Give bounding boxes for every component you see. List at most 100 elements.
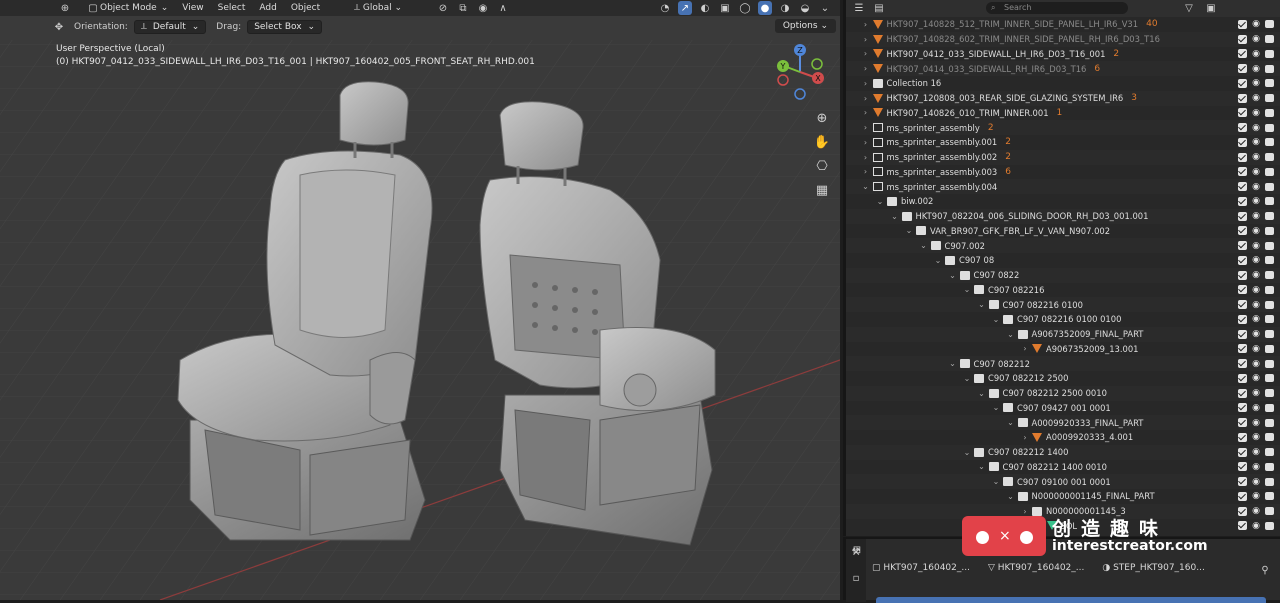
chevron-down-icon[interactable]: ⌄ — [962, 285, 972, 294]
outliner-row[interactable]: › ms_sprinter_assembly 2 ◉ — [846, 120, 1280, 135]
outliner-row[interactable]: ⌄ C907 08 ◉ — [846, 253, 1280, 268]
exclude-checkbox[interactable] — [1238, 418, 1248, 428]
eye-icon[interactable]: ◉ — [1252, 226, 1260, 236]
camera-icon[interactable] — [1265, 226, 1274, 235]
editor-type-icon[interactable]: ⊞ — [850, 543, 864, 557]
outliner-row[interactable]: ⌄ C907 09427 001 0001 ◉ — [846, 401, 1280, 416]
exclude-checkbox[interactable] — [1238, 196, 1248, 206]
chevron-down-icon[interactable]: ⌄ — [948, 359, 958, 368]
eye-icon[interactable]: ◉ — [1252, 373, 1260, 383]
chevron-down-icon[interactable]: ⌄ — [890, 212, 900, 221]
exclude-checkbox[interactable] — [1238, 34, 1248, 44]
outliner-row[interactable]: › ms_sprinter_assembly.003 6 ◉ — [846, 165, 1280, 180]
exclude-checkbox[interactable] — [1238, 359, 1248, 369]
eye-icon[interactable]: ◉ — [1252, 432, 1260, 442]
pivot-point-icon[interactable]: ⊘ — [436, 1, 450, 15]
exclude-checkbox[interactable] — [1238, 403, 1248, 413]
outliner-row[interactable]: › A0009920333_4.001 ◉ — [846, 430, 1280, 445]
eye-icon[interactable]: ◉ — [1252, 521, 1260, 531]
outliner-row[interactable]: ⌄ A9067352009_FINAL_PART ◉ — [846, 326, 1280, 342]
chevron-down-icon[interactable]: ⌄ — [977, 300, 987, 309]
chevron-right-icon[interactable]: › — [861, 138, 871, 147]
wireframe-shading-icon[interactable]: ◯ — [738, 1, 752, 15]
camera-icon[interactable] — [1265, 285, 1274, 294]
eye-icon[interactable]: ◉ — [1252, 462, 1260, 472]
eye-icon[interactable]: ◉ — [1252, 34, 1260, 44]
camera-icon[interactable] — [1265, 359, 1274, 368]
camera-icon[interactable] — [1265, 374, 1274, 383]
eye-icon[interactable]: ◉ — [1252, 64, 1260, 74]
outliner-row[interactable]: ⌄ C907 082212 2500 0010 ◉ — [846, 385, 1280, 401]
exclude-checkbox[interactable] — [1238, 521, 1248, 531]
chevron-right-icon[interactable]: › — [1020, 433, 1030, 442]
outliner-row[interactable]: › HKT907_140828_602_TRIM_INNER_SIDE_PANEL… — [846, 31, 1280, 47]
options-button[interactable]: Options ⌄ — [774, 19, 836, 33]
material-slot-bar[interactable] — [876, 597, 1266, 603]
camera-icon[interactable] — [1265, 167, 1274, 176]
camera-icon[interactable] — [1265, 330, 1274, 339]
display-mode-icon[interactable]: ▤ — [872, 2, 886, 16]
chevron-down-icon[interactable]: ⌄ — [962, 448, 972, 457]
outliner-row[interactable]: › HKT907_0412_033_SIDEWALL_LH_IR6_D03_T16… — [846, 47, 1280, 62]
eye-icon[interactable]: ◉ — [1252, 255, 1260, 265]
camera-icon[interactable] — [1265, 448, 1274, 457]
drag-dropdown[interactable]: Select Box ⌄ — [247, 20, 323, 34]
camera-icon[interactable] — [1265, 182, 1274, 191]
chevron-down-icon[interactable]: ⌄ — [948, 271, 958, 280]
eye-icon[interactable]: ◉ — [1252, 477, 1260, 487]
outliner-row[interactable]: ⌄ C907 0822 ◉ — [846, 267, 1280, 283]
render-tab-icon[interactable]: ▫ — [849, 571, 863, 585]
chevron-right-icon[interactable]: › — [1020, 344, 1030, 353]
exclude-checkbox[interactable] — [1238, 506, 1248, 516]
menu-select[interactable]: Select — [218, 3, 246, 13]
chevron-down-icon[interactable]: ⌄ — [1006, 418, 1016, 427]
outliner-row[interactable]: › ms_sprinter_assembly.001 2 ◉ — [846, 135, 1280, 150]
outliner-row[interactable]: › HKT907_140828_512_TRIM_INNER_SIDE_PANEL… — [846, 17, 1280, 32]
camera-icon[interactable] — [1265, 138, 1274, 147]
outliner-row[interactable]: ⌄ N000000001145_FINAL_PART ◉ — [846, 489, 1280, 504]
exclude-checkbox[interactable] — [1238, 49, 1248, 59]
chevron-down-icon[interactable]: ⌄ — [919, 241, 929, 250]
solid-shading-icon[interactable]: ● — [758, 1, 772, 15]
editor-type-icon[interactable]: ☰ — [852, 2, 866, 16]
falloff-icon[interactable]: ∧ — [496, 1, 510, 15]
outliner-row[interactable]: ⌄ VAR_BR907_GFK_FBR_LF_V_VAN_N907.002 ◉ — [846, 224, 1280, 239]
outliner-row[interactable]: ⌄ C907 082216 0100 0100 ◉ — [846, 312, 1280, 327]
eye-icon[interactable]: ◉ — [1252, 359, 1260, 369]
chevron-down-icon[interactable]: ⌄ — [861, 182, 871, 191]
pin-icon[interactable]: ⚲ — [1258, 563, 1272, 577]
outliner-row[interactable]: › HKT907_140826_010_TRIM_INNER.001 1 ◉ — [846, 106, 1280, 121]
camera-icon[interactable] — [1265, 521, 1274, 530]
exclude-checkbox[interactable] — [1238, 255, 1248, 265]
chevron-down-icon[interactable]: ⌄ — [904, 226, 914, 235]
3d-viewport[interactable]: ⊕ ▢ Object Mode ⌄ View Select Add Object… — [0, 0, 840, 600]
camera-icon[interactable] — [1265, 20, 1274, 29]
exclude-checkbox[interactable] — [1238, 300, 1248, 310]
exclude-checkbox[interactable] — [1238, 123, 1248, 133]
eye-icon[interactable]: ◉ — [1252, 152, 1260, 162]
menu-object[interactable]: Object — [291, 3, 320, 13]
outliner-row[interactable]: ⌄ C907 082216 ◉ — [846, 283, 1280, 298]
outliner-row[interactable]: ⌄ C907 082216 0100 ◉ — [846, 297, 1280, 312]
camera-icon[interactable] — [1265, 300, 1274, 309]
chevron-down-icon[interactable]: ⌄ — [933, 256, 943, 265]
editor-type-icon[interactable]: ⊕ — [58, 1, 72, 15]
outliner-row[interactable]: › Collection 16 ◉ — [846, 76, 1280, 91]
camera-icon[interactable] — [1265, 123, 1274, 132]
camera-icon[interactable] — [1265, 64, 1274, 73]
exclude-checkbox[interactable] — [1238, 93, 1248, 103]
exclude-checkbox[interactable] — [1238, 270, 1248, 280]
exclude-checkbox[interactable] — [1238, 432, 1248, 442]
eye-icon[interactable]: ◉ — [1252, 300, 1260, 310]
camera-icon[interactable] — [1265, 108, 1274, 117]
exclude-checkbox[interactable] — [1238, 78, 1248, 88]
outliner-panel[interactable]: ☰ ▤ ⌕ Search ▽ ▣ › HKT907_140828_512_TRIM… — [843, 0, 1280, 536]
camera-icon[interactable] — [1265, 403, 1274, 412]
shading-options-icon[interactable]: ⌄ — [818, 1, 832, 15]
orientation-dropdown[interactable]: ⟂ Default ⌄ — [133, 20, 207, 34]
camera-icon[interactable] — [1265, 418, 1274, 427]
mode-dropdown[interactable]: ▢ Object Mode ⌄ — [86, 1, 168, 15]
chevron-down-icon[interactable]: ⌄ — [991, 403, 1001, 412]
eye-icon[interactable]: ◉ — [1252, 506, 1260, 516]
eye-icon[interactable]: ◉ — [1252, 123, 1260, 133]
